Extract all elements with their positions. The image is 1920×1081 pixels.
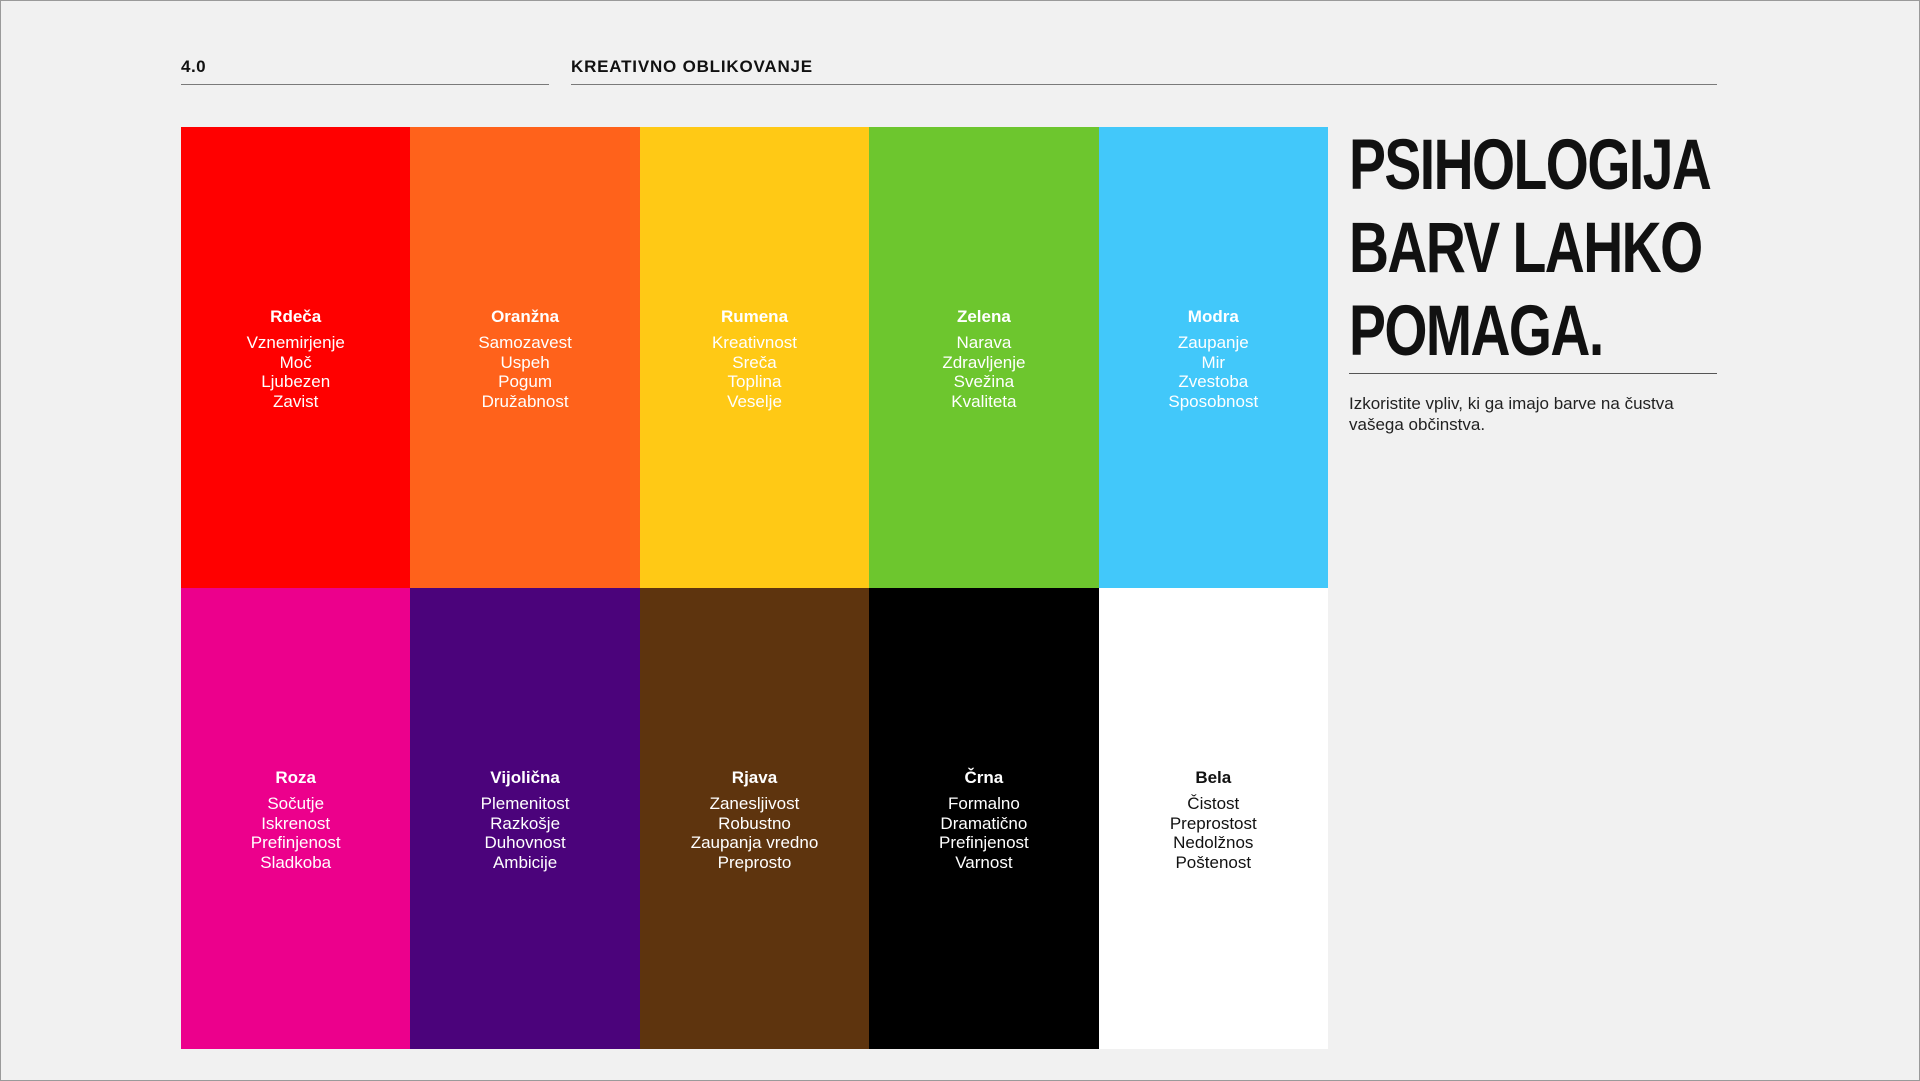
color-attribute: Formalno <box>947 794 1020 813</box>
color-name: Rjava <box>731 768 778 787</box>
color-attribute: Ambicije <box>492 852 558 872</box>
color-attribute: Prefinjenost <box>250 833 341 852</box>
color-attribute: Zaupanja vredno <box>690 833 819 852</box>
color-attribute: Duhovnost <box>484 833 566 852</box>
color-attribute: Družabnost <box>481 391 569 411</box>
color-attributes: Vznemirjenje Moč Ljubezen Zavist <box>247 333 345 411</box>
color-name: Roza <box>275 768 316 787</box>
color-cell: Oranžna Samozavest Uspeh Pogum Družabnost <box>410 127 640 588</box>
color-cell: Bela Čistost Preprostost Nedolžnos Poštenost <box>1098 588 1328 1049</box>
color-name: Rdeča <box>270 307 322 326</box>
header-divider-left <box>181 84 549 85</box>
color-cell: Rumena Kreativnost Sreča Toplina Veselje <box>639 127 870 588</box>
color-name: Vijolična <box>490 768 560 787</box>
header-divider-right <box>571 84 1717 85</box>
color-cell: Črna Formalno Dramatično Prefinjenost Varnos… <box>869 588 1099 1049</box>
color-attributes: Čistost Preprostost Nedolžnos Poštenost <box>1170 794 1257 872</box>
color-attributes: Zaupanje Mir Zvestoba Sposobnost <box>1168 333 1258 411</box>
color-name: Črna <box>964 768 1004 787</box>
color-attribute: Toplina <box>727 372 782 391</box>
section-title: KREATIVNO OBLIKOVANJE <box>571 57 813 76</box>
color-attribute: Kreativnost <box>711 333 798 352</box>
color-attribute: Zdravljenje <box>942 352 1026 372</box>
section-number: 4.0 <box>181 57 207 76</box>
color-grid: Rdeča Vznemirjenje Moč Ljubezen Zavist Oranžn… <box>181 127 1328 1049</box>
color-attribute: Razkošje <box>490 813 561 833</box>
color-attribute: Sočutje <box>267 794 325 813</box>
color-attribute: Mir <box>1201 352 1226 372</box>
color-attribute: Sposobnost <box>1168 391 1259 411</box>
color-cell: Roza Sočutje Iskrenost Prefinjenost Sladkoba <box>181 588 411 1049</box>
color-attribute: Preprostost <box>1169 813 1257 833</box>
color-attribute: Narava <box>956 333 1012 352</box>
subtext: Izkoristite vpliv, ki ga imajo barve na … <box>1349 394 1674 434</box>
color-attribute: Zavist <box>273 391 319 411</box>
color-attribute: Varnost <box>955 852 1013 872</box>
color-attributes: Plemenitost Razkošje Duhovnost Ambicije <box>481 794 570 872</box>
color-attribute: Moč <box>279 352 312 372</box>
color-name: Zelena <box>956 307 1011 326</box>
color-attribute: Svežina <box>953 372 1015 391</box>
color-attributes: Kreativnost Sreča Toplina Veselje <box>712 333 797 411</box>
color-name: Modra <box>1187 307 1239 326</box>
color-cell: Zelena Narava Zdravljenje Svežina Kvaliteta <box>869 127 1099 588</box>
color-attribute: Zaupanje <box>1177 333 1249 352</box>
color-cell: Vijolična Plemenitost Razkošje Duhovnost Amb… <box>410 588 640 1049</box>
color-attribute: Nedolžnos <box>1173 833 1254 852</box>
color-attribute: Preprosto <box>717 852 792 872</box>
color-attributes: Zanesljivost Robustno Zaupanja vredno Prepr… <box>691 794 819 872</box>
color-attribute: Ljubezen <box>261 372 331 391</box>
color-attribute: Poštenost <box>1175 852 1252 872</box>
color-cell: Rjava Zanesljivost Robustno Zaupanja vredno… <box>639 588 870 1049</box>
color-attribute: Robustno <box>718 813 791 833</box>
color-attribute: Zvestoba <box>1178 372 1249 391</box>
color-attribute: Vznemirjenje <box>246 333 345 352</box>
headline: PSIHOLOGIJA BARV LAHKO POMAGA. <box>1349 124 1712 373</box>
headline-line-3: POMAGA. <box>1349 292 1604 371</box>
color-attribute: Prefinjenost <box>939 833 1029 852</box>
color-attribute: Samozavest <box>478 333 572 352</box>
color-attribute: Sladkoba <box>260 852 332 872</box>
color-cell: Rdeča Vznemirjenje Moč Ljubezen Zavist <box>181 127 411 588</box>
color-attribute: Zanesljivost <box>709 794 800 813</box>
color-name: Rumena <box>720 307 789 326</box>
color-name: Oranžna <box>491 307 560 326</box>
color-attribute: Dramatično <box>940 813 1028 833</box>
color-attribute: Čistost <box>1187 794 1240 813</box>
color-attributes: Narava Zdravljenje Svežina Kvaliteta <box>942 333 1025 411</box>
color-name: Bela <box>1195 768 1232 787</box>
color-attributes: Formalno Dramatično Prefinjenost Varnost <box>939 794 1029 872</box>
color-attribute: Uspeh <box>500 352 550 372</box>
headline-line-1: PSIHOLOGIJA <box>1349 126 1712 205</box>
headline-divider <box>1349 373 1717 374</box>
color-attribute: Iskrenost <box>261 813 331 833</box>
color-attribute: Kvaliteta <box>951 391 1017 411</box>
color-attribute: Plemenitost <box>480 794 570 813</box>
color-attribute: Sreča <box>732 352 777 372</box>
color-attribute: Veselje <box>727 391 782 411</box>
color-attributes: Samozavest Uspeh Pogum Družabnost <box>478 333 572 411</box>
color-cell: Modra Zaupanje Mir Zvestoba Sposobnost <box>1098 127 1328 588</box>
color-attribute: Pogum <box>498 372 553 391</box>
color-attributes: Sočutje Iskrenost Prefinjenost Sladkoba <box>251 794 341 872</box>
headline-line-2: BARV LAHKO <box>1349 209 1703 288</box>
